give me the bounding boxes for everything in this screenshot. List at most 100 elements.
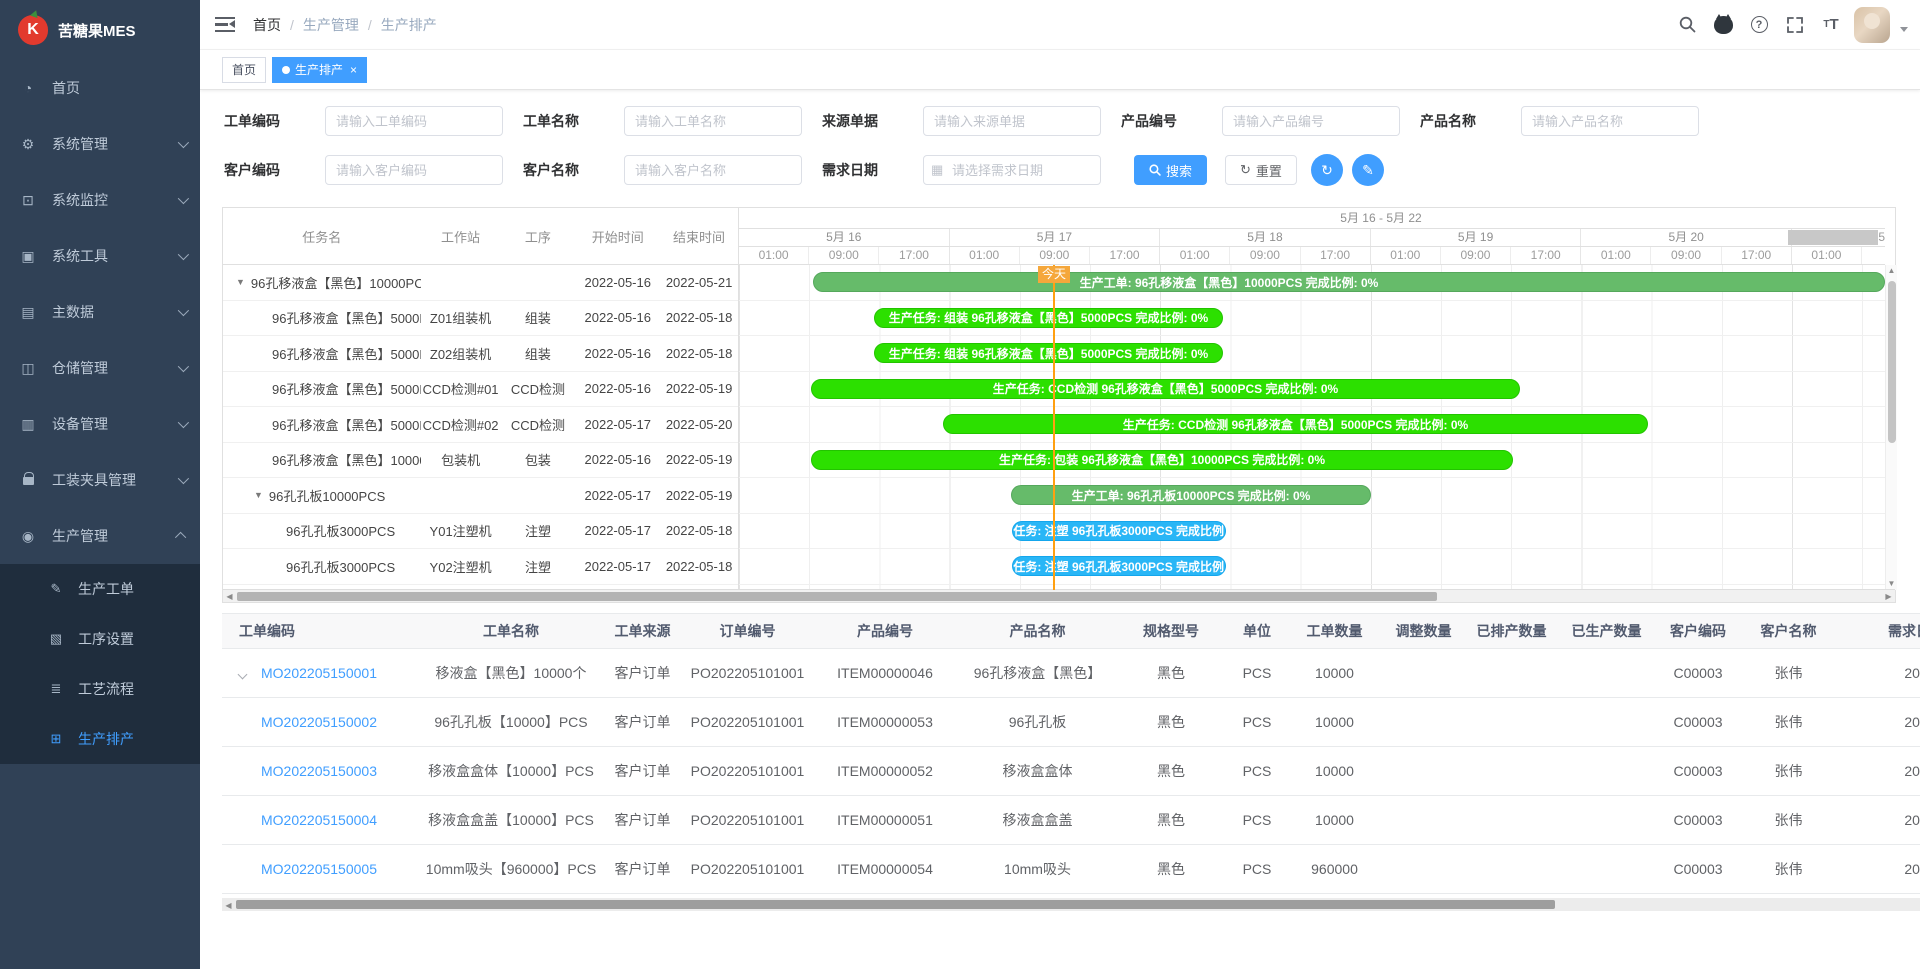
gantt-task-bar-selected[interactable]: 生产任务: 注塑 96孔孔板3000PCS 完成比例: 0% — [1012, 556, 1226, 576]
breadcrumb-home[interactable]: 首页 — [253, 15, 281, 35]
scroll-up-icon[interactable]: ▲ — [1886, 265, 1897, 277]
sidebar-item-master-data[interactable]: ▤ 主数据 — [0, 284, 200, 340]
avatar-caret-icon[interactable] — [1900, 27, 1908, 32]
work-order-link[interactable]: MO202205150002 — [261, 714, 377, 730]
due-date-input[interactable] — [923, 155, 1101, 185]
pen-icon: ✎ — [1362, 162, 1374, 179]
gantt-hour-scale: 01:0009:0017:00 01:0009:0017:00 01:0009:… — [739, 247, 1885, 265]
table-row[interactable]: MO202205150001 移液盒【黑色】10000个客户订单 PO20220… — [222, 649, 1920, 698]
tags-view: 首页 生产排产 × — [200, 50, 1920, 90]
customer-name-input[interactable] — [624, 155, 802, 185]
gantt-grid-row[interactable]: 96孔移液盒【黑色】5000PCS CCD检测#02CCD检测 2022-05-… — [223, 407, 738, 443]
sidebar-toggle-icon[interactable] — [215, 17, 235, 33]
sidebar-item-production-scheduling[interactable]: ⊞ 生产排产 — [0, 714, 200, 764]
customer-code-input[interactable] — [325, 155, 503, 185]
expand-row-icon[interactable] — [239, 665, 261, 681]
gantt-task-bar[interactable]: 生产任务: 包装 96孔移液盒【黑色】10000PCS 完成比例: 0% — [811, 450, 1513, 470]
table-row[interactable]: MO202205150004 移液盒盒盖【10000】PCS客户订单 PO202… — [222, 796, 1920, 845]
schedule-icon: ⊞ — [48, 731, 64, 747]
sidebar-item-equipment[interactable]: ▥ 设备管理 — [0, 396, 200, 452]
gantt-date-range: 5月 16 - 5月 22 — [739, 208, 1885, 229]
work-order-link[interactable]: MO202205150003 — [261, 763, 377, 779]
search-button[interactable]: 搜索 — [1134, 155, 1207, 185]
gantt-horizontal-scrollbar[interactable]: ◀ ▶ — [223, 589, 1895, 602]
lock-icon — [20, 472, 36, 488]
chevron-down-icon — [178, 193, 189, 204]
scroll-left-icon[interactable]: ◀ — [223, 590, 236, 602]
work-order-link[interactable]: MO202205150001 — [261, 665, 377, 681]
product-name-input[interactable] — [1521, 106, 1699, 136]
gantt-vertical-scrollbar[interactable]: ▲ ▼ — [1885, 265, 1897, 590]
gantt-grid-row[interactable]: ▼96孔移液盒【黑色】10000PCS 2022-05-162022-05-21 — [223, 265, 738, 301]
today-badge: 今天 — [1038, 266, 1070, 283]
tab-production-scheduling[interactable]: 生产排产 × — [272, 57, 367, 83]
sidebar-item-fixtures[interactable]: 工装夹具管理 — [0, 452, 200, 508]
gantt-workorder-bar[interactable]: 生产工单: 96孔孔板10000PCS 完成比例: 0% — [1011, 485, 1371, 505]
tab-close-icon[interactable]: × — [350, 64, 357, 76]
sidebar-item-system-tools[interactable]: ▣ 系统工具 — [0, 228, 200, 284]
tab-active-dot — [282, 66, 290, 74]
gantt-grid-row[interactable]: 96孔孔板3000PCS Y02注塑机注塑 2022-05-172022-05-… — [223, 549, 738, 585]
timeline-scrollbar-thumb[interactable] — [1788, 230, 1878, 245]
tab-home[interactable]: 首页 — [222, 57, 266, 83]
work-order-link[interactable]: MO202205150005 — [261, 861, 377, 877]
avatar[interactable] — [1854, 7, 1890, 43]
sidebar-item-production[interactable]: ◉ 生产管理 — [0, 508, 200, 564]
table-row[interactable]: MO202205150002 96孔孔板【10000】PCS客户订单 PO202… — [222, 698, 1920, 747]
navbar-tools: ? TT — [1674, 7, 1908, 43]
search-icon[interactable] — [1674, 12, 1700, 38]
gantt-grid-rows: ▼96孔移液盒【黑色】10000PCS 2022-05-162022-05-21… — [223, 265, 738, 590]
collapse-triangle-icon[interactable]: ▼ — [254, 490, 263, 500]
top-navbar: 首页 / 生产管理 / 生产排产 ? TT — [200, 0, 1920, 50]
process-icon: ▧ — [48, 631, 64, 647]
scroll-left-icon[interactable]: ◀ — [222, 899, 235, 911]
sidebar-item-craft-flow[interactable]: ≣ 工艺流程 — [0, 664, 200, 714]
app-logo[interactable]: K 苦糖果MES — [0, 0, 200, 60]
refresh-icon: ↻ — [1240, 162, 1251, 178]
horizontal-scrollbar-thumb[interactable] — [236, 900, 1555, 909]
document-icon: ▤ — [20, 304, 36, 321]
fullscreen-icon[interactable] — [1782, 12, 1808, 38]
dashboard-icon: ◔ — [20, 80, 36, 96]
scroll-right-icon[interactable]: ▶ — [1882, 590, 1895, 602]
gantt-bars-area: 今天 生产工单: 96孔移液盒【黑色】10000PCS 完成比例: 0% 生产任… — [739, 265, 1885, 590]
gantt-grid-row[interactable]: 96孔移液盒【黑色】5000PCS Z01组装机组装 2022-05-16202… — [223, 301, 738, 337]
gantt-grid-row[interactable]: 96孔移液盒【黑色】5000PCS Z02组装机组装 2022-05-16202… — [223, 336, 738, 372]
table-header: 工单编码工单名称 工单来源订单编号 产品编号产品名称 规格型号单位 工单数量调整… — [222, 613, 1920, 649]
help-icon[interactable]: ? — [1746, 12, 1772, 38]
sidebar-item-system-mgmt[interactable]: ⚙ 系统管理 — [0, 116, 200, 172]
gantt-task-bar[interactable]: 生产任务: 组装 96孔移液盒【黑色】5000PCS 完成比例: 0% — [874, 308, 1223, 328]
gantt-task-bar[interactable]: 生产任务: CCD检测 96孔移液盒【黑色】5000PCS 完成比例: 0% — [943, 414, 1648, 434]
gantt-grid-row[interactable]: 96孔移液盒【黑色】5000PCS CCD检测#01CCD检测 2022-05-… — [223, 372, 738, 408]
gantt-task-bar[interactable]: 生产任务: CCD检测 96孔移液盒【黑色】5000PCS 完成比例: 0% — [811, 379, 1520, 399]
github-icon[interactable] — [1710, 12, 1736, 38]
gantt-task-bar[interactable]: 生产任务: 组装 96孔移液盒【黑色】5000PCS 完成比例: 0% — [874, 343, 1223, 363]
horizontal-scrollbar-thumb[interactable] — [237, 592, 1437, 601]
work-order-link[interactable]: MO202205150004 — [261, 812, 377, 828]
gantt-task-bar-selected[interactable]: 生产任务: 注塑 96孔孔板3000PCS 完成比例: 0% — [1012, 521, 1226, 541]
refresh-circle-button[interactable]: ↻ — [1311, 154, 1343, 186]
table-row[interactable]: MO202205150005 10mm吸头【960000】PCS客户订单 PO2… — [222, 845, 1920, 894]
gantt-grid-row[interactable]: ▼96孔孔板10000PCS 2022-05-172022-05-19 — [223, 478, 738, 514]
collapse-triangle-icon[interactable]: ▼ — [236, 277, 245, 287]
vertical-scrollbar-thumb[interactable] — [1888, 281, 1896, 443]
font-size-icon[interactable]: TT — [1818, 12, 1844, 38]
edit-circle-button[interactable]: ✎ — [1352, 154, 1384, 186]
sidebar-item-home[interactable]: ◔ 首页 — [0, 60, 200, 116]
gantt-workorder-bar[interactable]: 生产工单: 96孔移液盒【黑色】10000PCS 完成比例: 0% — [813, 272, 1885, 292]
work-order-name-input[interactable] — [624, 106, 802, 136]
gantt-timeline: 5月 16 - 5月 22 5月 16 5月 17 5月 18 5月 19 5月… — [739, 208, 1885, 590]
production-icon: ◉ — [20, 528, 36, 545]
sidebar-item-process-settings[interactable]: ▧ 工序设置 — [0, 614, 200, 664]
sidebar-item-production-orders[interactable]: ✎ 生产工单 — [0, 564, 200, 614]
source-doc-input[interactable] — [923, 106, 1101, 136]
sidebar-item-system-monitor[interactable]: ⊡ 系统监控 — [0, 172, 200, 228]
product-code-input[interactable] — [1222, 106, 1400, 136]
sidebar-item-warehouse[interactable]: ◫ 仓储管理 — [0, 340, 200, 396]
gantt-grid-row[interactable]: 96孔移液盒【黑色】10000PCS 包装机包装 2022-05-162022-… — [223, 443, 738, 479]
work-order-code-input[interactable] — [325, 106, 503, 136]
reset-button[interactable]: ↻ 重置 — [1225, 155, 1297, 185]
gantt-grid-row[interactable]: 96孔孔板3000PCS Y01注塑机注塑 2022-05-172022-05-… — [223, 514, 738, 550]
table-horizontal-scrollbar[interactable]: ◀ — [222, 898, 1920, 911]
table-row[interactable]: MO202205150003 移液盒盒体【10000】PCS客户订单 PO202… — [222, 747, 1920, 796]
